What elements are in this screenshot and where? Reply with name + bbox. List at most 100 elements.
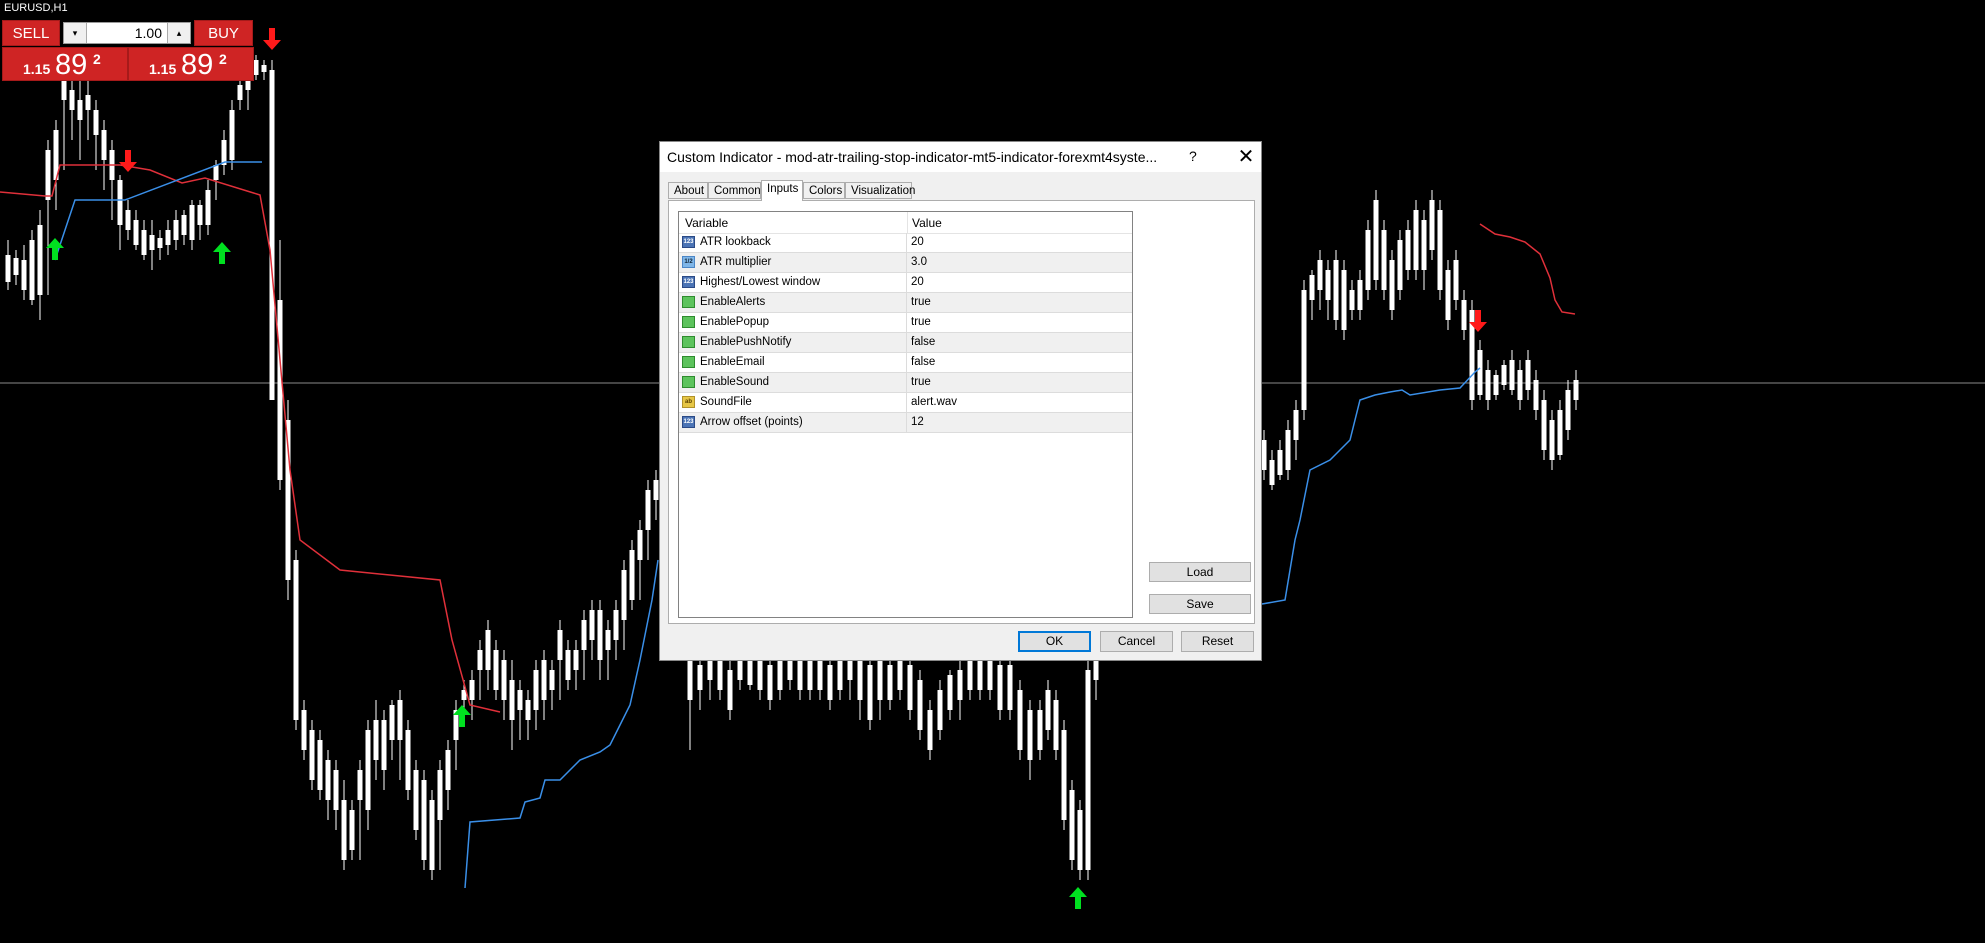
candle-body [1317,260,1323,290]
lot-size-stepper[interactable]: ▾ ▴ [63,22,191,44]
candle-body [541,660,547,700]
candle-body [1325,270,1331,300]
candle-body [237,85,243,100]
candle-body [485,630,491,670]
table-row[interactable]: EnablePopup true [679,313,1132,333]
candle-body [1525,360,1531,390]
candle-body [469,680,475,700]
candle-body [93,110,99,135]
variable-cell[interactable]: 1/2 ATR multiplier [679,253,907,272]
variable-cell[interactable]: 123 ATR lookback [679,233,907,252]
candle-body [653,480,659,500]
variable-value[interactable]: true [911,316,931,328]
candle-body [621,570,627,620]
int-icon: 123 [682,416,695,428]
tab-about[interactable]: About [668,182,708,199]
variable-cell[interactable]: EnableSound [679,373,907,392]
chevron-down-icon: ▾ [72,27,78,38]
candle-body [325,760,331,800]
inputs-panel: Variable Value 123 ATR lookback 20 1/2 ATR m… [668,200,1255,624]
candle-body [727,670,733,710]
variable-cell[interactable]: ab SoundFile [679,393,907,412]
buy-button[interactable]: BUY [194,20,253,46]
candle-body [1027,710,1033,760]
close-icon[interactable]: ✕ [1232,144,1260,169]
table-row[interactable]: EnableEmail false [679,353,1132,373]
tab-common[interactable]: Common [708,182,761,199]
lot-size-input[interactable] [88,24,166,42]
candle-body [1061,730,1067,820]
tab-colors[interactable]: Colors [803,182,845,199]
variable-name: SoundFile [700,396,752,408]
candle-body [349,810,355,850]
sell-price-pip: 2 [93,51,101,67]
variable-value[interactable]: false [911,356,935,368]
save-button[interactable]: Save [1149,594,1251,614]
lot-increase-button[interactable]: ▴ [167,23,190,43]
bool-icon [682,376,695,388]
dialog-titlebar[interactable]: Custom Indicator - mod-atr-trailing-stop… [660,142,1261,172]
variable-value[interactable]: 12 [911,416,924,428]
variable-cell[interactable]: 123 Arrow offset (points) [679,413,907,432]
ok-button[interactable]: OK [1018,631,1091,652]
candle-body [437,770,443,820]
table-row[interactable]: 123 Highest/Lowest window 20 [679,273,1132,293]
sell-price-main: 89 [55,49,88,81]
candle-body [907,665,913,710]
inputs-table[interactable]: Variable Value 123 ATR lookback 20 1/2 ATR m… [678,211,1133,618]
candle-body [405,730,411,790]
variable-value[interactable]: true [911,296,931,308]
candle-body [1557,410,1563,455]
candle-body [429,800,435,870]
candle-body [997,665,1003,710]
table-row[interactable]: EnableAlerts true [679,293,1132,313]
candle-body [917,680,923,730]
sell-button[interactable]: SELL [2,20,60,46]
variable-name: ATR multiplier [700,256,772,268]
candle-body [101,130,107,160]
candle-body [1389,260,1395,310]
variable-value[interactable]: false [911,336,935,348]
variable-cell[interactable]: EnablePopup [679,313,907,332]
variable-value[interactable]: true [911,376,931,388]
table-header: Variable Value [679,212,1132,234]
table-row[interactable]: 123 Arrow offset (points) 12 [679,413,1132,433]
table-row[interactable]: 1/2 ATR multiplier 3.0 [679,253,1132,273]
one-click-trade-panel: SELL ▾ ▴ BUY 1.15 89 2 1.15 89 2 [2,20,288,81]
variable-value[interactable]: 20 [911,276,924,288]
help-button[interactable]: ? [1189,148,1197,164]
variable-value[interactable]: alert.wav [911,396,957,408]
buy-price[interactable]: 1.15 89 2 [128,47,254,81]
column-header-variable[interactable]: Variable [685,216,728,230]
candle-body [77,100,83,120]
candle-body [581,620,587,650]
variable-cell[interactable]: EnableEmail [679,353,907,372]
candle-body [1365,230,1371,290]
table-row[interactable]: ab SoundFile alert.wav [679,393,1132,413]
candle-body [29,240,35,300]
tab-visualization[interactable]: Visualization [845,182,915,199]
variable-cell[interactable]: EnablePushNotify [679,333,907,352]
candle-body [597,610,603,660]
tab-inputs[interactable]: Inputs [761,180,803,201]
column-header-value[interactable]: Value [912,216,942,230]
variable-value[interactable]: 3.0 [911,256,927,268]
lot-decrease-button[interactable]: ▾ [64,23,87,43]
table-row[interactable]: 123 ATR lookback 20 [679,233,1132,253]
table-row[interactable]: EnablePushNotify false [679,333,1132,353]
variable-value[interactable]: 20 [911,236,924,248]
variable-cell[interactable]: EnableAlerts [679,293,907,312]
candle-body [117,180,123,225]
load-button[interactable]: Load [1149,562,1251,582]
buy-price-main: 89 [181,49,214,81]
candle-body [589,610,595,640]
variable-cell[interactable]: 123 Highest/Lowest window [679,273,907,292]
sell-price[interactable]: 1.15 89 2 [2,47,128,81]
candle-body [173,220,179,240]
cancel-button[interactable]: Cancel [1100,631,1173,652]
table-row[interactable]: EnableSound true [679,373,1132,393]
candle-body [21,260,27,290]
candle-body [69,90,75,110]
candle-body [927,710,933,750]
reset-button[interactable]: Reset [1181,631,1254,652]
